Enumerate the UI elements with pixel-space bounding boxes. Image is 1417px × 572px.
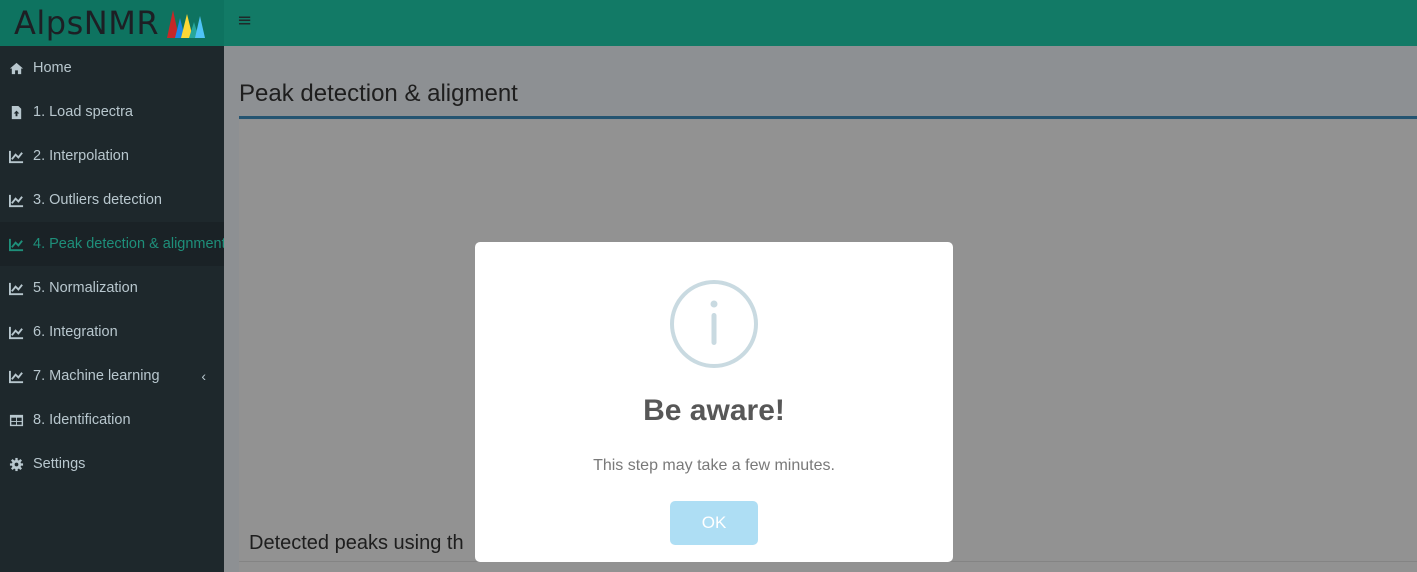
dialog-message: This step may take a few minutes. — [593, 457, 835, 474]
info-icon — [670, 280, 758, 368]
line-chart-icon — [9, 369, 24, 384]
sidebar-item-label: 8. Identification — [33, 412, 131, 428]
sidebar-item-label: 7. Machine learning — [33, 368, 160, 384]
sidebar-item-integration[interactable]: 6. Integration — [0, 310, 224, 354]
app-logo[interactable]: AlpsNMR — [0, 0, 224, 46]
line-chart-icon — [9, 281, 24, 296]
sidebar-item-label: 2. Interpolation — [33, 148, 129, 164]
logo-peaks-icon — [167, 10, 205, 38]
home-icon — [9, 61, 24, 76]
top-navbar: ≡ — [224, 0, 1417, 46]
file-upload-icon — [9, 105, 24, 120]
line-chart-icon — [9, 149, 24, 164]
sidebar-item-label: 3. Outliers detection — [33, 192, 162, 208]
sidebar-item-label: Home — [33, 60, 72, 76]
line-chart-icon — [9, 237, 24, 252]
chevron-left-icon[interactable]: ‹ — [201, 368, 206, 384]
alert-dialog: Be aware! This step may take a few minut… — [475, 242, 953, 562]
gear-icon — [9, 457, 24, 472]
sidebar-item-label: 5. Normalization — [33, 280, 138, 296]
sidebar-item-outliers-detection[interactable]: 3. Outliers detection — [0, 178, 224, 222]
menu-toggle-icon[interactable]: ≡ — [237, 10, 252, 31]
app-title: AlpsNMR — [14, 4, 160, 42]
table-icon — [9, 413, 24, 428]
sidebar-item-settings[interactable]: Settings — [0, 442, 224, 486]
sidebar-item-label: 1. Load spectra — [33, 104, 133, 120]
sidebar-item-identification[interactable]: 8. Identification — [0, 398, 224, 442]
dialog-title: Be aware! — [643, 394, 785, 427]
sidebar: Home 1. Load spectra 2. Interpolation 3.… — [0, 46, 226, 572]
sidebar-item-normalization[interactable]: 5. Normalization — [0, 266, 224, 310]
sidebar-item-load-spectra[interactable]: 1. Load spectra — [0, 90, 224, 134]
sidebar-item-peak-detection[interactable]: 4. Peak detection & alignment — [0, 222, 226, 266]
sidebar-item-label: Settings — [33, 456, 86, 472]
line-chart-icon — [9, 325, 24, 340]
line-chart-icon — [9, 193, 24, 208]
sidebar-item-label: 4. Peak detection & alignment — [33, 236, 226, 252]
sidebar-item-label: 6. Integration — [33, 324, 118, 340]
sidebar-item-machine-learning[interactable]: 7. Machine learning ‹ — [0, 354, 224, 398]
ok-button[interactable]: OK — [670, 501, 758, 545]
sidebar-item-interpolation[interactable]: 2. Interpolation — [0, 134, 224, 178]
sidebar-item-home[interactable]: Home — [0, 46, 224, 90]
